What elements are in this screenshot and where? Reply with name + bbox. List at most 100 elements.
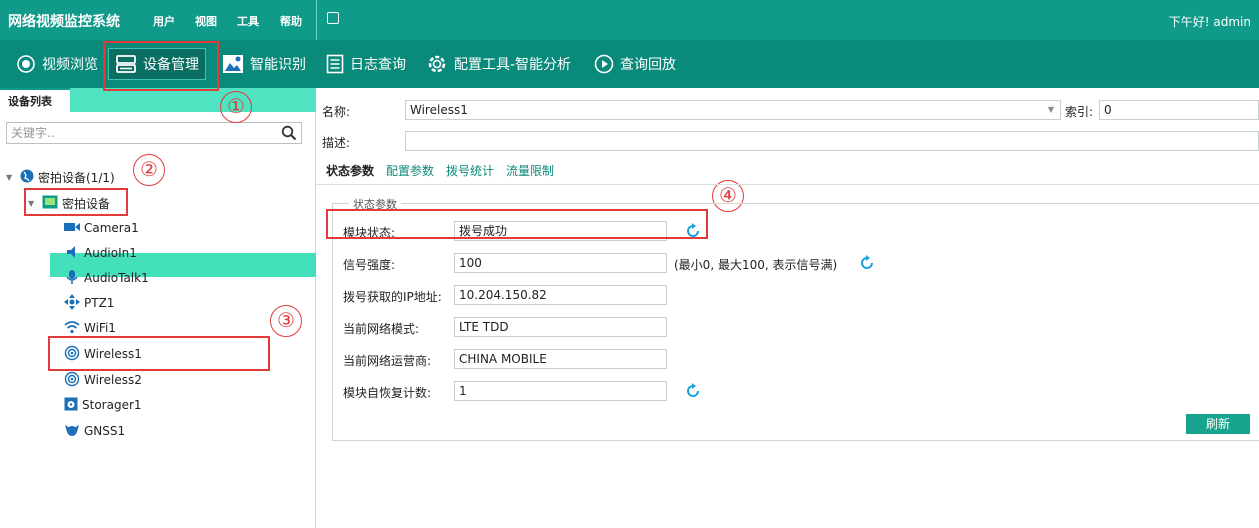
annotation-circle-3: ③ (270, 305, 302, 337)
ptz-arrows-icon (64, 293, 80, 313)
index-field[interactable]: 0 (1099, 100, 1259, 120)
recovery-count-field: 1 (454, 381, 667, 401)
wireless-icon (64, 371, 80, 390)
network-operator-value: CHINA MOBILE (459, 352, 547, 366)
app-title: 网络视频监控系统 (8, 14, 120, 30)
menu-help[interactable]: 帮助 (280, 13, 302, 29)
menu-tools[interactable]: 工具 (237, 13, 259, 29)
device-detail-panel: 名称: Wireless1 ▼ 索引: 0 描述: 状态参数 配置参数 拨号统计… (316, 88, 1259, 528)
tab-playback-query[interactable]: 查询回放 (594, 40, 676, 88)
signal-note: (最小0, 最大100, 表示信号满) (674, 258, 838, 272)
row-label: 模块自恢复计数: (343, 386, 432, 400)
row-label: 信号强度: (343, 258, 396, 272)
tab-status-params[interactable]: 状态参数 (326, 162, 374, 184)
chevron-down-icon[interactable]: ▼ (1048, 101, 1054, 119)
ip-address-value: 10.204.150.82 (459, 288, 547, 302)
desc-field[interactable] (405, 131, 1259, 151)
tree-item-ptz1[interactable]: PTZ1 (64, 292, 114, 314)
recovery-count-value: 1 (459, 384, 467, 398)
tree-item-audioin1[interactable]: AudioIn1 (64, 242, 137, 264)
tab-underline (316, 184, 1259, 185)
camera-icon (16, 54, 36, 74)
tab-log-query-label: 日志查询 (350, 57, 406, 73)
tree-item-label: Wireless2 (84, 373, 142, 387)
tree-item-storager1[interactable]: Storager1 (64, 394, 142, 416)
device-list-tab[interactable]: 设备列表 (0, 88, 70, 112)
title-bar: 网络视频监控系统 用户 视图 工具 帮助 下午好! admin (0, 0, 1259, 40)
tree-item-label: AudioTalk1 (84, 271, 149, 285)
device-list-tab-header: 设备列表 (0, 88, 316, 112)
refresh-icon[interactable] (859, 255, 875, 274)
annotation-circle-1: ① (220, 91, 252, 123)
tab-config-tool[interactable]: 配置工具-智能分析 (426, 40, 571, 88)
tree-item-audiotalk1[interactable]: AudioTalk1 (64, 267, 149, 289)
tree-item-gnss1[interactable]: GNSS1 (64, 420, 125, 442)
satellite-icon (64, 423, 80, 440)
annotation-box-3 (48, 336, 270, 371)
device-list-panel: 设备列表 关键字.. (0, 88, 316, 528)
tab-video-browse-label: 视频浏览 (42, 57, 98, 73)
index-value: 0 (1104, 103, 1112, 117)
tab-header-fill (70, 88, 316, 112)
tab-log-query[interactable]: 日志查询 (326, 40, 406, 88)
name-select[interactable]: Wireless1 ▼ (405, 100, 1061, 120)
gear-icon (426, 53, 448, 75)
tab-smart-recognition-label: 智能识别 (250, 57, 306, 73)
tree-item-label: WiFi1 (84, 321, 116, 335)
name-value: Wireless1 (410, 103, 468, 117)
tree-item-camera1[interactable]: Camera1 (64, 217, 139, 239)
index-label: 索引: (1065, 105, 1094, 119)
ip-address-field: 10.204.150.82 (454, 285, 667, 305)
search-placeholder: 关键字.. (11, 126, 55, 140)
network-mode-value: LTE TDD (459, 320, 509, 334)
annotation-box-1 (103, 41, 219, 91)
tab-video-browse[interactable]: 视频浏览 (16, 40, 98, 88)
window-icon[interactable] (327, 12, 339, 24)
video-camera-icon (64, 221, 80, 236)
signal-strength-field: 100 (454, 253, 667, 273)
name-label: 名称: (322, 105, 351, 119)
annotation-box-4 (326, 209, 708, 239)
network-operator-field: CHINA MOBILE (454, 349, 667, 369)
tree-item-wireless2[interactable]: Wireless2 (64, 369, 142, 391)
annotation-circle-2: ② (133, 154, 165, 186)
storage-icon (64, 397, 78, 414)
user-greeting: 下午好! admin (1168, 15, 1251, 29)
tree-item-label: Storager1 (82, 398, 142, 412)
menu-view[interactable]: 视图 (195, 13, 217, 29)
log-icon (326, 54, 344, 74)
tab-playback-query-label: 查询回放 (620, 57, 676, 73)
microphone-icon (64, 269, 80, 288)
row-label: 当前网络模式: (343, 322, 420, 336)
row-label: 拨号获取的IP地址: (343, 290, 442, 304)
tab-config-params[interactable]: 配置参数 (386, 162, 434, 184)
tab-dial-stats[interactable]: 拨号统计 (446, 162, 494, 184)
annotation-box-2 (24, 188, 128, 216)
search-icon[interactable] (281, 125, 297, 147)
signal-strength-value: 100 (459, 256, 482, 270)
tree-root-label: 密拍设备(1/1) (38, 170, 115, 185)
network-mode-field: LTE TDD (454, 317, 667, 337)
refresh-button[interactable]: 刷新 (1186, 414, 1250, 434)
tree-item-label: Camera1 (84, 221, 139, 235)
search-input[interactable]: 关键字.. (6, 122, 302, 144)
smart-recognition-icon (222, 54, 244, 74)
tree-root[interactable]: ▼ 密拍设备(1/1) (6, 166, 115, 188)
play-circle-icon (594, 54, 614, 74)
menu-user[interactable]: 用户 (153, 13, 175, 29)
globe-icon (20, 169, 34, 186)
row-label: 当前网络运营商: (343, 354, 432, 368)
wifi-icon (64, 320, 80, 337)
tree-item-label: GNSS1 (84, 424, 126, 438)
tab-smart-recognition[interactable]: 智能识别 (222, 40, 306, 88)
tab-traffic-limit[interactable]: 流量限制 (506, 162, 554, 184)
tree-item-label: PTZ1 (84, 296, 115, 310)
detail-tabs: 状态参数 配置参数 拨号统计 流量限制 (326, 162, 554, 184)
refresh-icon[interactable] (685, 383, 701, 402)
title-separator (316, 0, 317, 40)
tree-item-label: AudioIn1 (84, 246, 137, 260)
tab-config-tool-label: 配置工具-智能分析 (454, 57, 572, 73)
desc-label: 描述: (322, 136, 351, 150)
expand-arrow-icon[interactable]: ▼ (6, 173, 16, 182)
speaker-icon (64, 245, 80, 262)
